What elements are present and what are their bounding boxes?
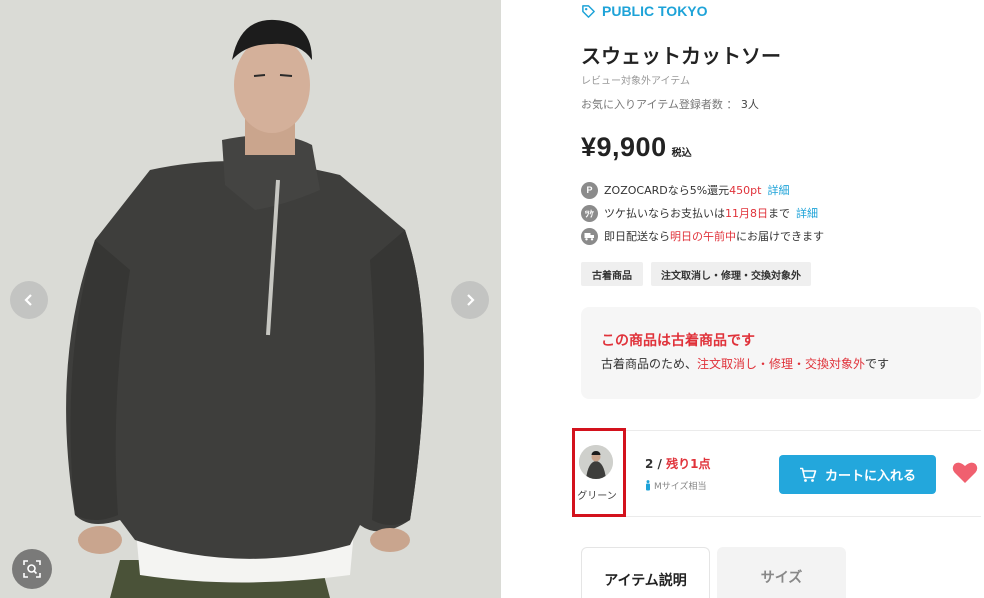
notice-body: 古着商品のため、注文取消し・修理・交換対象外です [601,355,889,372]
notice-title: この商品は古着商品です [601,333,755,349]
tsuke-text-a: ツケ払いならお支払いは [604,207,725,220]
price: ¥9,900 [581,132,667,162]
tsuke-icon: ﾂｹ [581,204,598,222]
zozocard-text: ZOZOCARDなら5%還元 [604,184,730,197]
notice-body-a: 古着商品のため、 [601,357,698,371]
color-option-selected[interactable]: グリーン [572,428,626,517]
delivery-perk: 即日配送なら 明日の午前中 にお届けできます [581,227,824,245]
zozocard-detail-link[interactable]: 詳細 [767,182,789,198]
notice-body-b: です [865,357,890,371]
add-to-cart-button[interactable]: カートに入れる [779,455,936,494]
delivery-text-a: 即日配送なら [604,230,670,243]
brand-link[interactable]: PUBLIC TOKYO [581,2,708,20]
tag-no-cancel[interactable]: 注文取消し・修理・交換対象外 [651,262,811,286]
favorites-label: お気に入りアイテム登録者数 ： [581,98,738,111]
size-label: 2 / [645,457,662,471]
image-search-icon [23,560,41,578]
chevron-right-icon [467,294,475,306]
tab-item-description[interactable]: アイテム説明 [581,547,710,598]
chevron-left-icon [24,294,32,306]
sku-row: グリーン 2 / 残り1点 Mサイズ相当 カートに入れる [572,428,981,517]
favorite-button[interactable] [952,461,978,488]
product-info-panel: PUBLIC TOKYO スウェットカットソー レビュー対象外アイテム お気に入… [572,0,981,598]
stock-remaining: 残り1点 [666,457,711,471]
person-icon [646,480,650,491]
review-note: レビュー対象外アイテム [581,76,690,87]
tsuke-date: 11月8日 [725,207,768,220]
point-icon: P [581,181,598,199]
color-swatch-thumbnail[interactable] [579,445,613,479]
favorites-count-row: お気に入りアイテム登録者数 ： 3人 [581,96,759,112]
tag-used-item[interactable]: 古着商品 [581,262,643,286]
product-photo [0,0,501,598]
size-hint: Mサイズ相当 [645,479,707,492]
product-title: スウェットカットソー [581,44,781,68]
favorites-count: 3人 [740,98,759,111]
delivery-text-b: にお届けできます [736,230,824,243]
next-image-button[interactable] [451,281,489,319]
product-image-gallery[interactable] [0,0,501,598]
prev-image-button[interactable] [10,281,48,319]
heart-icon [952,462,978,483]
brand-name[interactable]: PUBLIC TOKYO [602,3,708,19]
tag-icon [582,4,595,18]
cart-icon [799,467,817,482]
tax-label: 税込 [671,148,692,159]
zozocard-points: 450pt [729,183,762,197]
tsuke-perk: ﾂｹ ツケ払いならお支払いは 11月8日 まで 詳細 [581,204,818,222]
used-item-notice: この商品は古着商品です 古着商品のため、注文取消し・修理・交換対象外です [581,307,981,399]
tsuke-detail-link[interactable]: 詳細 [796,205,818,221]
notice-body-highlight: 注文取消し・修理・交換対象外 [697,357,866,371]
size-hint-text: Mサイズ相当 [654,482,707,492]
zozocard-perk: P ZOZOCARDなら5%還元 450pt 詳細 [581,181,789,199]
price-row: ¥9,900 税込 [581,132,692,163]
delivery-truck-icon [581,227,598,245]
add-to-cart-label: カートに入れる [824,469,916,484]
tab-size[interactable]: サイズ [717,547,846,598]
delivery-time: 明日の午前中 [670,230,736,243]
tsuke-text-b: まで [768,207,790,220]
image-search-button[interactable] [12,549,52,589]
stock-info: 2 / 残り1点 [645,455,710,472]
color-label: グリーン [577,491,617,502]
